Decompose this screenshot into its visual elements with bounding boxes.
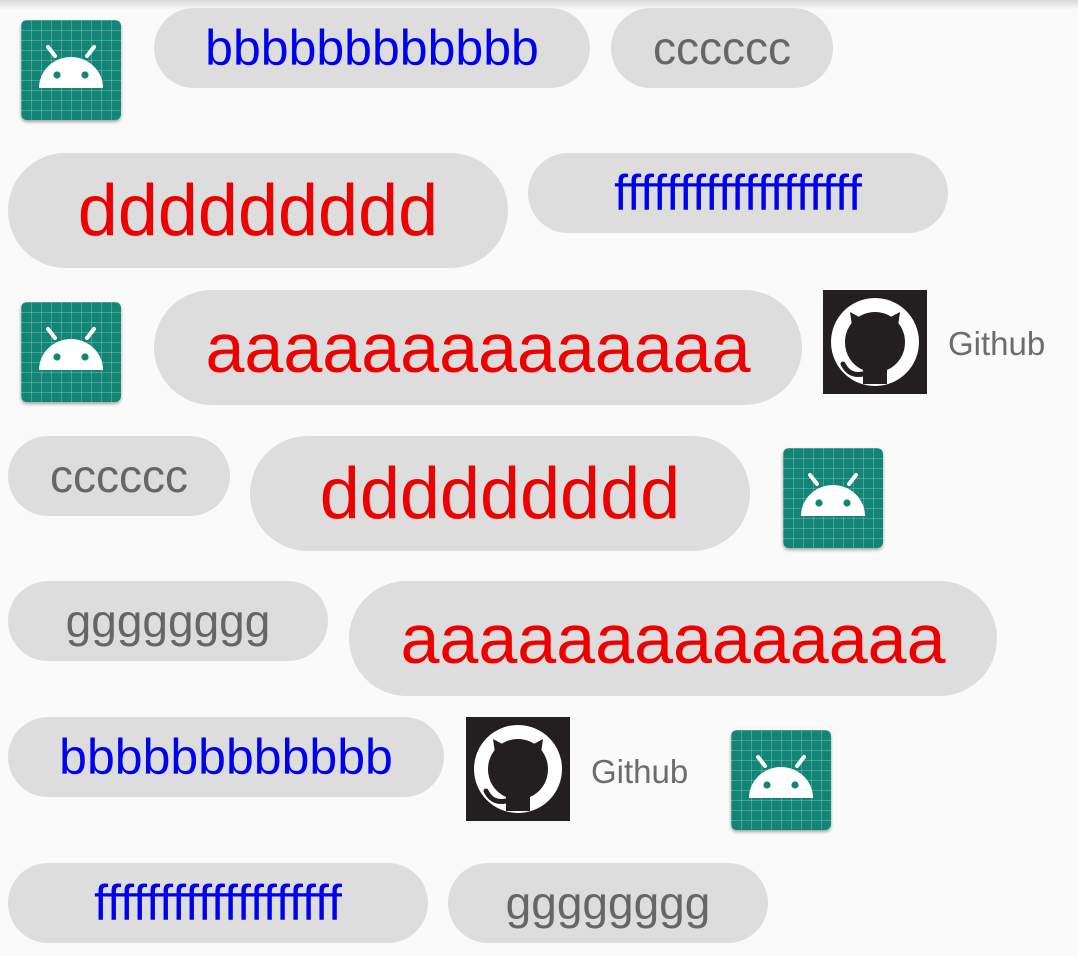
chip-label: fffffffffffffffffff <box>614 165 862 221</box>
android-robot-icon <box>39 327 103 370</box>
chip-label: aaaaaaaaaaaaaa <box>400 599 946 678</box>
octocat-icon <box>831 298 919 386</box>
github-icon[interactable] <box>823 290 927 394</box>
chip-label: aaaaaaaaaaaaaa <box>205 308 751 387</box>
chip-ffff[interactable]: fffffffffffffffffff <box>528 153 948 233</box>
chip-label: gggggggg <box>505 877 711 929</box>
chip-dddd[interactable]: ddddddddd <box>8 153 508 268</box>
chip-label: gggggggg <box>65 595 271 647</box>
chip-aaaa[interactable]: aaaaaaaaaaaaaa <box>154 290 802 405</box>
chip-bbbb[interactable]: bbbbbbbbbbbb <box>8 717 444 797</box>
chip-aaaa[interactable]: aaaaaaaaaaaaaa <box>349 581 997 696</box>
chip-gggg[interactable]: gggggggg <box>448 863 768 943</box>
chip-cccc[interactable]: cccccc <box>611 8 833 88</box>
chip-label: cccccc <box>653 22 791 74</box>
github-label[interactable]: Github <box>591 753 688 791</box>
github-icon[interactable] <box>466 717 570 821</box>
chip-gggg[interactable]: gggggggg <box>8 581 328 661</box>
chip-label: cccccc <box>50 450 188 502</box>
chip-label: bbbbbbbbbbbb <box>59 729 393 785</box>
chip-label: bbbbbbbbbbbb <box>205 20 539 76</box>
chip-ffff[interactable]: fffffffffffffffffff <box>8 863 428 943</box>
android-robot-icon <box>749 755 813 798</box>
android-icon[interactable] <box>21 20 121 120</box>
android-robot-icon <box>801 473 865 516</box>
chip-cccc[interactable]: cccccc <box>8 436 230 516</box>
chip-bbbb[interactable]: bbbbbbbbbbbb <box>154 8 590 88</box>
chip-label: fffffffffffffffffff <box>94 875 342 931</box>
android-icon[interactable] <box>21 302 121 402</box>
android-icon[interactable] <box>731 730 831 830</box>
android-robot-icon <box>39 45 103 88</box>
octocat-icon <box>474 725 562 813</box>
chip-label: ddddddddd <box>77 170 439 251</box>
chip-label: ddddddddd <box>319 453 681 534</box>
android-icon[interactable] <box>783 448 883 548</box>
chip-dddd[interactable]: ddddddddd <box>250 436 750 551</box>
github-label[interactable]: Github <box>948 325 1045 363</box>
